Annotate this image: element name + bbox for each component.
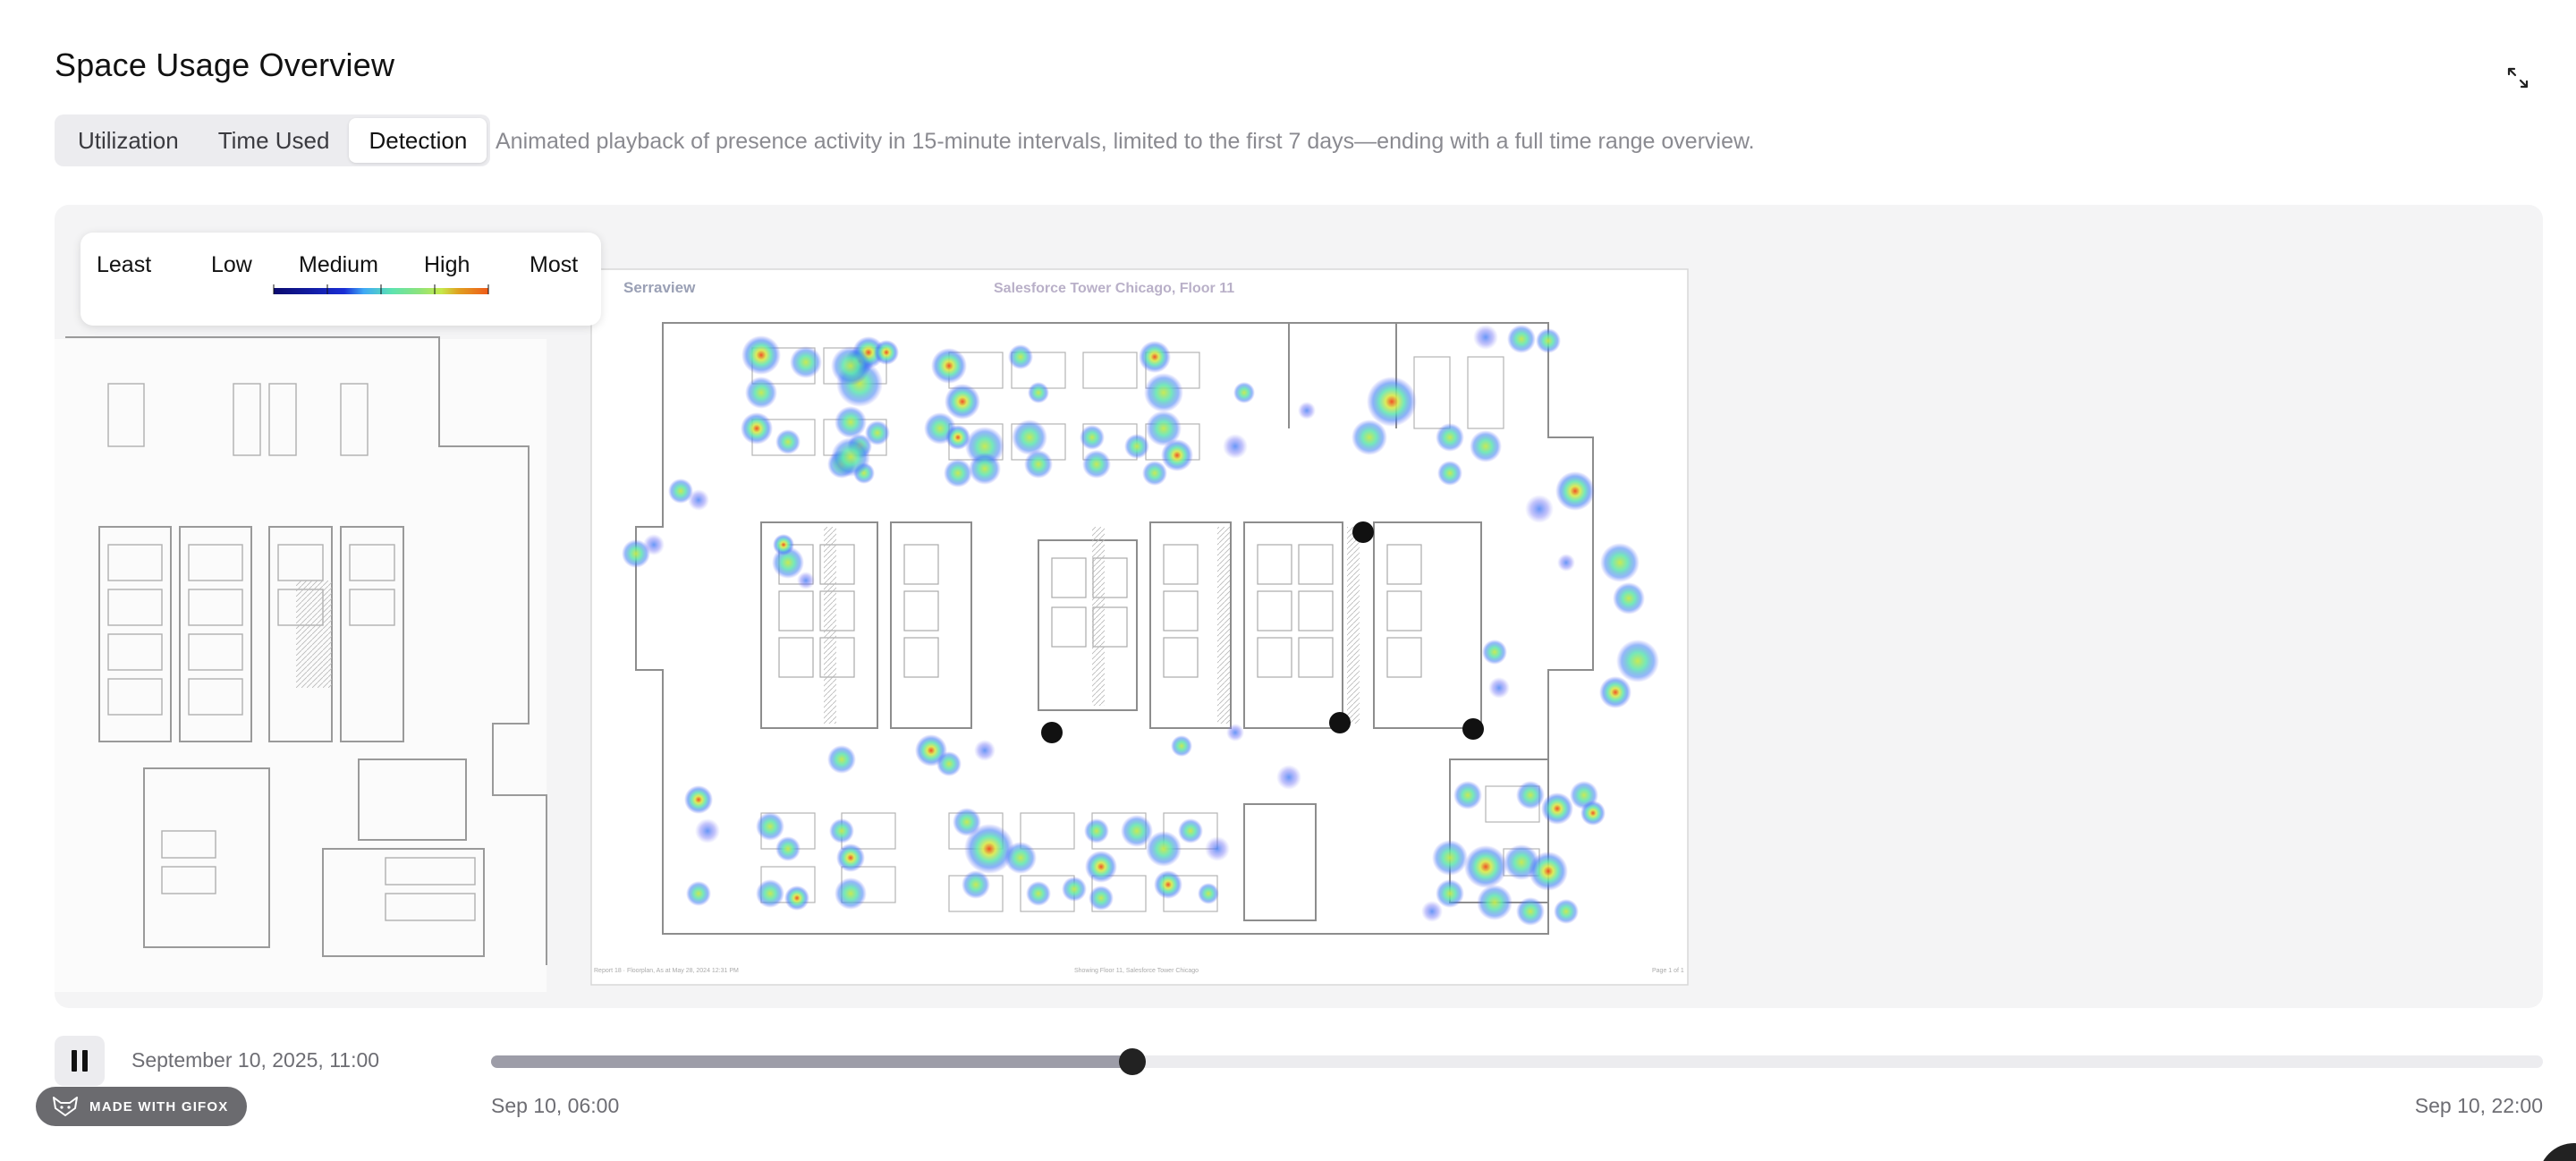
tab-detection[interactable]: Detection xyxy=(349,118,487,163)
floorplan-footer-left: Report 18 · Floorplan, As at May 28, 202… xyxy=(594,968,739,974)
legend-label-low: Low xyxy=(211,252,252,277)
pause-icon xyxy=(72,1050,77,1072)
legend-label-least: Least xyxy=(97,252,152,277)
tab-utilization[interactable]: Utilization xyxy=(58,118,199,163)
expand-button[interactable] xyxy=(2501,61,2535,95)
legend-label-medium: Medium xyxy=(299,252,378,277)
gifox-badge[interactable]: MADE WITH GIFOX xyxy=(36,1087,247,1126)
timeline-end-label: Sep 10, 22:00 xyxy=(2414,1094,2543,1117)
timeline-track[interactable] xyxy=(491,1048,2543,1075)
fox-icon xyxy=(53,1097,78,1116)
pause-button[interactable] xyxy=(55,1036,105,1086)
tab-description: Animated playback of presence activity i… xyxy=(496,129,1755,154)
corner-button[interactable] xyxy=(2538,1143,2576,1161)
floorplan-footer-right: Page 1 of 1 xyxy=(1652,968,1684,974)
floorplan-title: Salesforce Tower Chicago, Floor 11 xyxy=(994,281,1234,296)
timeline-start-label: Sep 10, 06:00 xyxy=(491,1094,620,1117)
view-tabs: Utilization Time Used Detection xyxy=(55,114,491,166)
playback-controls: September 10, 2025, 11:00 xyxy=(55,1036,2543,1089)
page-title: Space Usage Overview xyxy=(55,47,395,83)
floorplan-footer-center: Showing Floor 11, Salesforce Tower Chica… xyxy=(1074,968,1199,974)
gifox-label: MADE WITH GIFOX xyxy=(89,1098,229,1114)
timeline-progress xyxy=(491,1055,1132,1068)
expand-arrows-icon xyxy=(2507,67,2529,89)
legend-label-high: High xyxy=(424,252,470,277)
legend-color-scale xyxy=(273,284,489,294)
legend-label-most: Most xyxy=(530,252,579,277)
heatmap-legend: Least Low Medium High Most xyxy=(80,233,601,326)
tab-time-used[interactable]: Time Used xyxy=(199,118,350,163)
current-timestamp: September 10, 2025, 11:00 xyxy=(131,1048,380,1072)
timeline-thumb[interactable] xyxy=(1118,1048,1146,1075)
